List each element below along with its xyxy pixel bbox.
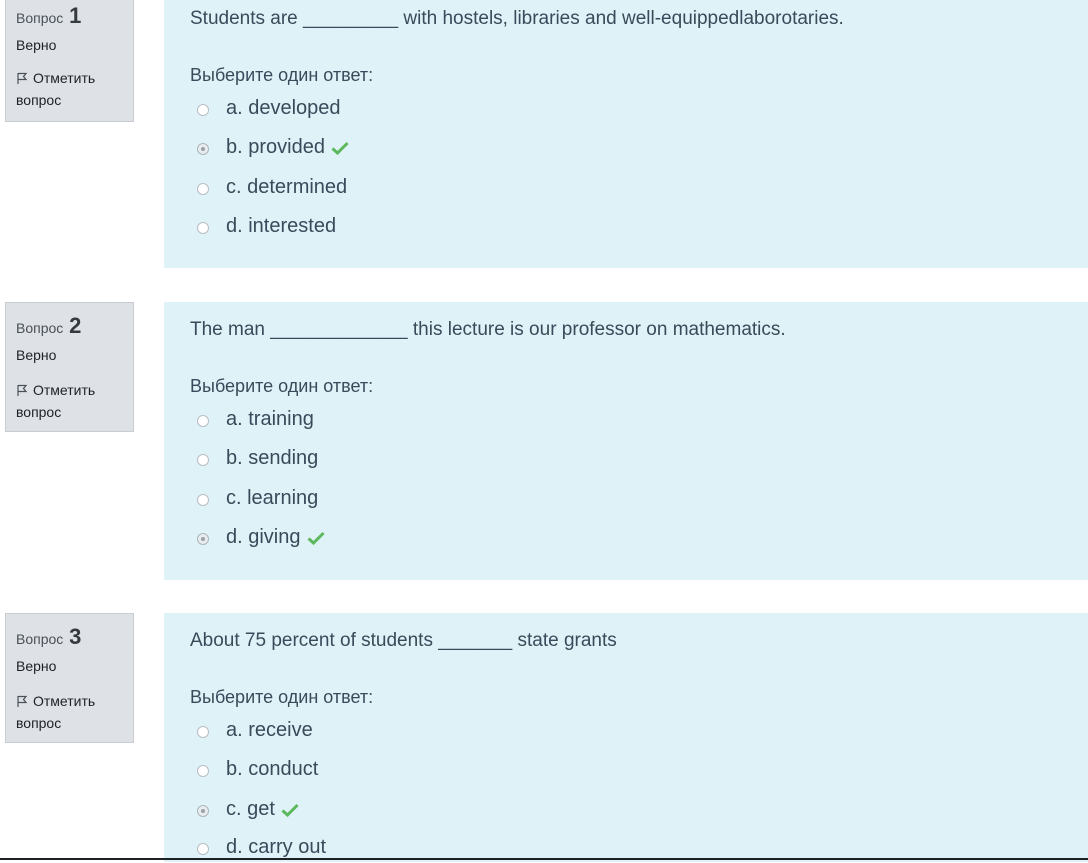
radio-button[interactable] [197,726,209,738]
answer-prompt: Выберите один ответ: [190,376,374,396]
radio-button[interactable] [197,533,209,545]
flag-question-link[interactable]: Отметить вопрос [16,67,125,111]
radio-button[interactable] [197,454,209,466]
question-info: Вопрос 3 Верно Отметить вопрос [5,613,134,743]
flag-question-link[interactable]: Отметить вопрос [16,379,125,423]
radio-button[interactable] [197,415,209,427]
question-text: The man _____________ this lecture is ou… [190,319,786,340]
question-content: About 75 percent of students _______ sta… [164,613,1088,862]
flag-question-link[interactable]: Отметить вопрос [16,690,125,734]
answer-prompt: Выберите один ответ: [190,65,374,85]
question-text: About 75 percent of students _______ sta… [190,630,617,651]
answer-prompt: Выберите один ответ: [190,687,374,707]
question-number: Вопрос 1 [16,3,82,28]
radio-button[interactable] [197,843,209,855]
question-info: Вопрос 2 Верно Отметить вопрос [5,302,134,432]
question-info: Вопрос 1 Верно Отметить вопрос [5,0,134,122]
radio-button[interactable] [197,765,209,777]
check-icon [331,141,349,155]
question-state: Верно [16,658,57,674]
question-content: Students are _________ with hostels, lib… [164,0,1088,268]
radio-button[interactable] [197,183,209,195]
question-state: Верно [16,347,57,363]
flag-icon [17,384,28,396]
radio-button[interactable] [197,222,209,234]
question-text: Students are _________ with hostels, lib… [190,8,844,29]
check-icon [281,803,299,817]
radio-button[interactable] [197,494,209,506]
question-number: Вопрос 3 [16,624,82,649]
flag-icon [17,72,28,84]
check-icon [306,531,325,545]
window-bottom-edge [0,858,1088,860]
question-state: Верно [16,37,57,53]
flag-icon [17,695,28,707]
radio-button[interactable] [197,805,209,817]
radio-button[interactable] [197,143,209,155]
question-number: Вопрос 2 [16,313,82,338]
question-content: The man _____________ this lecture is ou… [164,302,1088,580]
radio-button[interactable] [197,104,209,116]
